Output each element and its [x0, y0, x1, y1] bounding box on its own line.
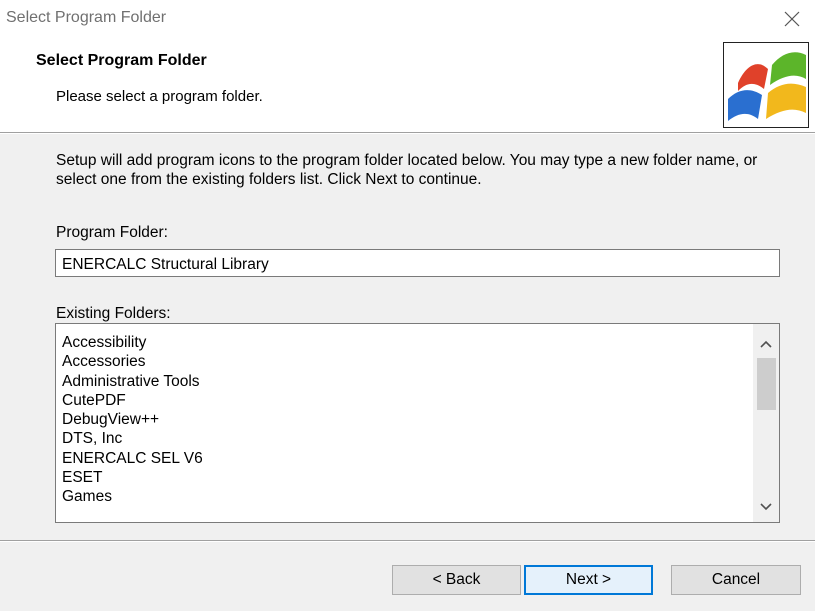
next-button[interactable]: Next >: [524, 565, 653, 595]
cancel-button[interactable]: Cancel: [671, 565, 801, 595]
list-item[interactable]: DebugView++: [62, 410, 203, 429]
chevron-down-icon[interactable]: [753, 496, 779, 518]
window-title: Select Program Folder: [6, 9, 167, 26]
program-folder-label: Program Folder:: [56, 224, 168, 241]
list-item[interactable]: Accessories: [62, 352, 203, 371]
program-folder-input[interactable]: [55, 249, 780, 277]
list-item[interactable]: CutePDF: [62, 391, 203, 410]
list-item[interactable]: Accessibility: [62, 333, 203, 352]
instructions-text: Setup will add program icons to the prog…: [56, 152, 758, 188]
header-subtitle: Please select a program folder.: [56, 88, 263, 105]
folder-items: Accessibility Accessories Administrative…: [62, 333, 203, 507]
list-item[interactable]: Administrative Tools: [62, 372, 203, 391]
chevron-up-icon[interactable]: [753, 333, 779, 355]
windows-setup-logo: [723, 42, 809, 128]
close-icon[interactable]: [779, 6, 805, 32]
list-item[interactable]: ESET: [62, 468, 203, 487]
existing-folders-list[interactable]: Accessibility Accessories Administrative…: [55, 323, 780, 523]
back-button[interactable]: < Back: [392, 565, 521, 595]
list-item[interactable]: DTS, Inc: [62, 429, 203, 448]
dialog-header: Select Program Folder Please select a pr…: [0, 38, 815, 132]
title-bar: Select Program Folder: [0, 0, 815, 38]
header-title: Select Program Folder: [36, 52, 207, 69]
list-item[interactable]: ENERCALC SEL V6: [62, 449, 203, 468]
scrollbar-thumb[interactable]: [757, 358, 776, 410]
existing-folders-label: Existing Folders:: [56, 305, 171, 322]
vertical-scrollbar[interactable]: [753, 324, 779, 522]
list-item[interactable]: Games: [62, 487, 203, 506]
